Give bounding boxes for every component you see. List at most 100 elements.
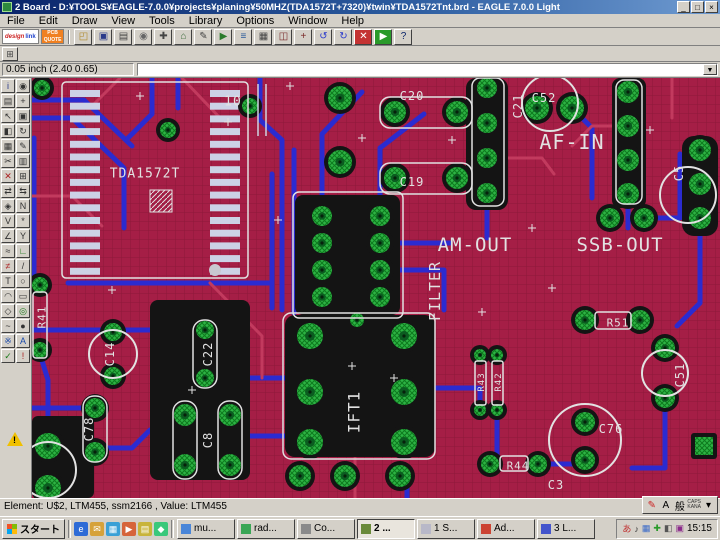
tray-ime-icon[interactable]: あ <box>622 522 631 535</box>
tray-antivirus-icon[interactable]: ✚ <box>653 523 661 534</box>
mark-button[interactable]: + <box>294 28 313 45</box>
use-library-button[interactable]: ⌂ <box>174 28 193 45</box>
task-ad[interactable]: Ad... <box>477 518 535 539</box>
task-3l[interactable]: 3 L... <box>537 518 595 539</box>
tool-add[interactable]: ⊞ <box>16 169 30 183</box>
ql-show-desktop-icon[interactable]: ▦ <box>106 521 120 536</box>
tool-miter[interactable]: ∠ <box>1 229 15 243</box>
cam-processor-button[interactable]: ◉ <box>134 28 153 45</box>
print-button[interactable]: ▤ <box>114 28 133 45</box>
ql-messenger-icon[interactable]: ◆ <box>154 521 168 536</box>
tool-group[interactable]: ▦ <box>1 139 15 153</box>
tool-hole[interactable]: ● <box>16 319 30 333</box>
board-canvas[interactable]: 10 C20 C21 C52 AF-IN TDA1572T C19 AM-OUT SSB-OUT… <box>32 78 720 498</box>
ql-explorer-icon[interactable]: ▤ <box>138 521 152 536</box>
task-1s[interactable]: 1 S... <box>417 518 475 539</box>
close-button[interactable]: × <box>705 1 718 13</box>
menu-file[interactable]: File <box>0 15 32 27</box>
tool-replace[interactable]: ⇆ <box>16 184 30 198</box>
menu-options[interactable]: Options <box>229 15 281 27</box>
drill-button[interactable]: ✚ <box>154 28 173 45</box>
run-ulp-button[interactable]: ▶ <box>214 28 233 45</box>
tool-name[interactable]: N <box>16 199 30 213</box>
tool-arc[interactable]: ◠ <box>1 289 15 303</box>
command-combo[interactable]: ▼ <box>137 63 718 76</box>
task-co[interactable]: Co... <box>297 518 355 539</box>
tool-smash[interactable]: * <box>16 214 30 228</box>
ime-kana-indicator[interactable]: KANA <box>687 505 701 510</box>
tool-errors[interactable]: ! <box>16 349 30 363</box>
menu-edit[interactable]: Edit <box>32 15 65 27</box>
tool-text[interactable]: T <box>1 274 15 288</box>
maximize-button[interactable]: □ <box>691 1 704 13</box>
task-eagle-board[interactable]: 2 ... <box>357 518 415 539</box>
ql-media-player-icon[interactable]: ▶ <box>122 521 136 536</box>
menu-view[interactable]: View <box>104 15 142 27</box>
tool-wire[interactable]: / <box>16 259 30 273</box>
tool-ratsnest[interactable]: ※ <box>1 334 15 348</box>
command-line-input[interactable] <box>138 64 703 75</box>
tool-optimize[interactable]: ≈ <box>1 244 15 258</box>
menu-help[interactable]: Help <box>334 15 371 27</box>
tool-delete[interactable]: ✕ <box>1 169 15 183</box>
command-dropdown-arrow[interactable]: ▼ <box>703 64 717 75</box>
minimize-button[interactable]: _ <box>677 1 690 13</box>
tool-drc[interactable]: ✓ <box>1 349 15 363</box>
app-icon[interactable] <box>2 2 12 12</box>
menu-tools[interactable]: Tools <box>142 15 182 27</box>
tool-polygon[interactable]: ◇ <box>1 304 15 318</box>
stop-command-button[interactable]: ✕ <box>354 28 373 45</box>
tool-split[interactable]: Y <box>16 229 30 243</box>
open-button[interactable]: ◰ <box>74 28 93 45</box>
ime-conversion-mode[interactable]: 般 <box>673 498 686 513</box>
tool-rect[interactable]: ▭ <box>16 289 30 303</box>
tool-mirror[interactable]: ◧ <box>1 124 15 138</box>
ql-outlook-icon[interactable]: ✉ <box>90 521 104 536</box>
ime-pen-icon[interactable]: ✎ <box>645 500 658 511</box>
tool-display[interactable]: ▤ <box>1 94 15 108</box>
go-command-button[interactable]: ▶ <box>374 28 393 45</box>
designlink-button[interactable]: design link <box>2 29 39 44</box>
tool-show[interactable]: ◉ <box>16 79 30 93</box>
ime-input-mode[interactable]: A <box>659 500 672 511</box>
tool-paste[interactable]: ▥ <box>16 154 30 168</box>
tool-value[interactable]: V <box>1 214 15 228</box>
tool-signal[interactable]: ~ <box>1 319 15 333</box>
tool-change[interactable]: ✎ <box>16 139 30 153</box>
redo-button[interactable]: ↻ <box>334 28 353 45</box>
menu-library[interactable]: Library <box>182 15 230 27</box>
grid-button[interactable]: ⊞ <box>2 46 18 61</box>
tool-info[interactable]: i <box>1 79 15 93</box>
tool-pinswap[interactable]: ⇄ <box>1 184 15 198</box>
library-button[interactable]: ≡ <box>234 28 253 45</box>
tray-volume-icon[interactable]: ♪ <box>634 524 639 534</box>
help-button[interactable]: ? <box>394 28 413 45</box>
tool-via[interactable]: ◎ <box>16 304 30 318</box>
menu-window[interactable]: Window <box>281 15 334 27</box>
task-mu[interactable]: mu... <box>177 518 235 539</box>
tool-auto[interactable]: A <box>16 334 30 348</box>
undo-button[interactable]: ↺ <box>314 28 333 45</box>
start-button[interactable]: スタート <box>2 518 65 539</box>
pcb-quote-button[interactable]: PCB QUOTE <box>40 29 65 44</box>
tool-ripup[interactable]: ≠ <box>1 259 15 273</box>
script-button[interactable]: ✎ <box>194 28 213 45</box>
tray-display-icon[interactable]: ▦ <box>642 523 651 534</box>
tray-task-icon[interactable]: ▣ <box>675 523 684 534</box>
pcb-drawing[interactable]: 10 C20 C21 C52 AF-IN TDA1572T C19 AM-OUT SSB-OUT… <box>32 78 720 498</box>
save-button[interactable]: ▣ <box>94 28 113 45</box>
tool-lock[interactable]: ◈ <box>1 199 15 213</box>
tool-copy[interactable]: ▣ <box>16 109 30 123</box>
task-rad[interactable]: rad... <box>237 518 295 539</box>
menu-draw[interactable]: Draw <box>65 15 105 27</box>
tool-route[interactable]: ∟ <box>16 244 30 258</box>
display-layers-button[interactable]: ◫ <box>274 28 293 45</box>
tool-move[interactable]: ↖ <box>1 109 15 123</box>
ime-options-icon[interactable]: ▾ <box>702 500 715 511</box>
tool-cut[interactable]: ✂ <box>1 154 15 168</box>
taskbar-clock[interactable]: 15:15 <box>687 523 712 534</box>
tray-network-icon[interactable]: ◧ <box>664 523 673 534</box>
ql-internet-explorer-icon[interactable]: e <box>74 521 88 536</box>
window-select-button[interactable]: ▦ <box>254 28 273 45</box>
tool-mark[interactable]: + <box>16 94 30 108</box>
